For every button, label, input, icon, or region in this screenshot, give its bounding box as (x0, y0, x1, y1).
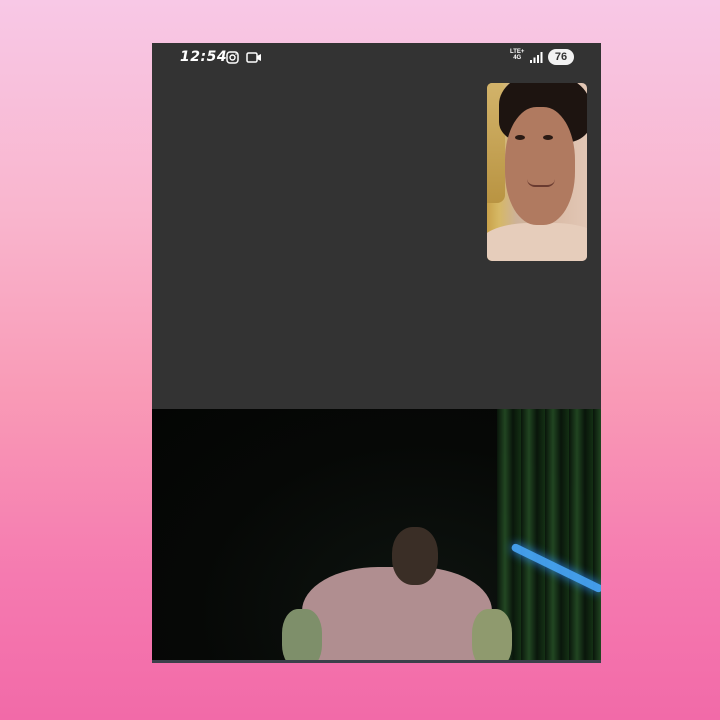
status-time: 12:54 (180, 49, 228, 65)
network-type-label: LTE+ 4G (510, 49, 524, 61)
remote-person-head (392, 527, 438, 585)
bottom-divider (152, 660, 601, 663)
remote-arm-right (472, 609, 512, 663)
signal-bars-icon (530, 52, 543, 63)
phone-screen: 12:54 LTE+ 4G 76 (152, 43, 601, 663)
instagram-icon (226, 51, 239, 64)
remote-arm-left (282, 609, 322, 663)
status-bar: 12:54 LTE+ 4G 76 (152, 43, 601, 73)
network-label-bottom: 4G (513, 55, 522, 61)
self-view-video[interactable] (487, 83, 587, 261)
self-face (505, 107, 575, 225)
remote-person-body (302, 567, 492, 663)
video-call-icon (246, 52, 261, 63)
self-eye-left (515, 135, 525, 140)
battery-indicator: 76 (548, 49, 574, 65)
self-mouth (527, 179, 555, 187)
background-curtain (497, 409, 601, 663)
self-eye-right (543, 135, 553, 140)
remote-video-feed[interactable] (152, 409, 601, 663)
self-shoulder (487, 223, 587, 261)
